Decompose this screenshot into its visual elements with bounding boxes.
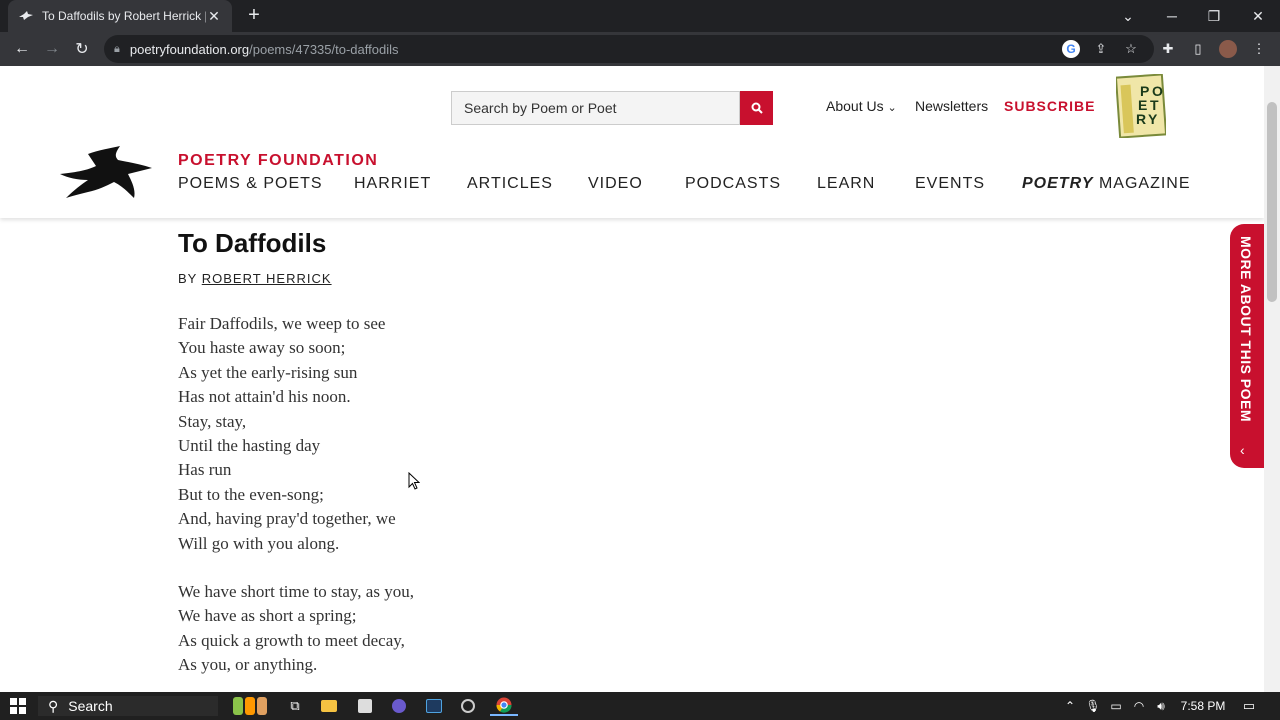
poem-line: We have as short a spring; [178,606,357,626]
stanza-2: We have short time to stay, as you, We h… [178,580,414,678]
poem-line: Has not attain'd his noon. [178,387,351,407]
task-view-icon[interactable]: ⧉ [286,696,304,716]
restore-button[interactable]: ❐ [1194,0,1234,32]
nav-video[interactable]: VIDEO [588,175,643,193]
chrome-taskbar-icon[interactable] [490,696,518,716]
page-scrollbar[interactable] [1264,66,1280,692]
tray-chevron-up-icon[interactable]: ⌃ [1062,696,1078,716]
author-link[interactable]: ROBERT HERRICK [202,271,332,286]
chevron-down-icon: ⌄ [887,102,897,114]
poem-line: Has run [178,460,232,480]
taskbar-search-label: Search [68,698,113,714]
poem-line: You haste away so soon; [178,338,346,358]
nav-harriet[interactable]: HARRIET [354,175,431,193]
nav-magazine-rest: MAGAZINE [1093,175,1191,192]
extensions-icon[interactable]: ✚ [1159,40,1177,58]
newsletters-link[interactable]: Newsletters [915,98,988,114]
taskbar-search[interactable]: ⚲ Search [38,696,218,716]
poem-line: But to the even-song; [178,484,324,504]
search-button[interactable] [740,91,773,125]
nav-articles[interactable]: ARTICLES [467,175,553,193]
share-icon[interactable]: ⇪ [1092,40,1110,58]
bookmark-star-icon[interactable]: ☆ [1122,40,1140,58]
microphone-icon[interactable]: 🎙︎ [1085,696,1101,716]
battery-icon[interactable]: ▭ [1108,696,1124,716]
search-icon [751,102,763,114]
url-path: /poems/47335/to-daffodils [249,41,399,57]
windows-taskbar: ⚲ Search ⧉ ⌃ 🎙︎ ▭ ◠ 🔊︎ 7:58 PM ▭ [0,692,1280,720]
mouse-cursor-icon [408,471,421,495]
poem-content: To Daffodils BY ROBERT HERRICK Fair Daff… [178,228,414,678]
site-header: Search by Poem or Poet About Us ⌄ Newsle… [0,66,1264,218]
search-highlight-icon[interactable] [226,696,274,716]
search-icon: ⚲ [48,697,59,714]
poem-line: As yet the early-rising sun [178,362,358,382]
tab-search-icon[interactable]: ⌄ [1108,0,1148,32]
menu-kebab-icon[interactable]: ⋮ [1250,40,1268,58]
store-icon[interactable] [356,696,374,716]
clock-time[interactable]: 7:58 PM [1178,696,1228,716]
side-panel-icon[interactable]: ▯ [1189,40,1207,58]
poem-line: Fair Daffodils, we weep to see [178,314,386,333]
lock-icon: 🔒︎ [114,42,120,55]
browser-toolbar: ← → ↻ 🔒︎ poetryfoundation.org /poems/473… [0,32,1280,66]
minimize-button[interactable]: ─ [1152,0,1192,32]
byline: BY ROBERT HERRICK [178,271,414,286]
browser-tab[interactable]: To Daffodils by Robert Herrick | P ✕ [8,0,232,32]
poem-line: Until the hasting day [178,436,321,456]
poetry-magazine-logo[interactable]: P O E T R Y [1114,73,1168,139]
wifi-icon[interactable]: ◠ [1131,696,1147,716]
profile-avatar[interactable] [1219,40,1237,58]
subscribe-link[interactable]: SUBSCRIBE [1004,98,1095,114]
search-input[interactable]: Search by Poem or Poet [451,91,740,125]
about-us-label: About Us [826,98,884,114]
poem-line: Stay, stay, [178,411,247,431]
nav-poems-poets[interactable]: POEMS & POETS [178,175,323,193]
back-button[interactable]: ← [10,37,34,61]
tab-title: To Daffodils by Robert Herrick | P [42,9,206,23]
nav-events[interactable]: EVENTS [915,175,985,193]
google-icon[interactable]: G [1062,40,1080,58]
notifications-icon[interactable]: ▭ [1240,696,1258,716]
about-us-menu[interactable]: About Us ⌄ [826,98,897,114]
app-icon[interactable] [390,696,408,716]
page-viewport: Search by Poem or Poet About Us ⌄ Newsle… [0,66,1264,692]
reload-button[interactable]: ↻ [70,37,94,61]
poem-title: To Daffodils [178,228,327,258]
clock-app-icon[interactable] [459,696,477,716]
more-about-poem-label: MORE ABOUT THIS POEM [1238,236,1254,423]
nav-magazine-italic: POETRY [1022,175,1094,192]
lightroom-icon[interactable] [424,696,444,716]
poem-line: We have short time to stay, as you, [178,582,414,602]
chevron-left-icon: ‹ [1240,442,1245,458]
bird-favicon-icon [18,8,34,24]
by-label: BY [178,271,198,286]
windows-start-icon[interactable] [8,696,28,716]
nav-poetry-magazine[interactable]: POETRY MAGAZINE [1022,175,1191,193]
poem-line: As you, or anything. [178,655,318,675]
org-name[interactable]: POETRY FOUNDATION [178,152,378,170]
stanza-1: Fair Daffodils, we weep to see You haste… [178,312,414,556]
nav-learn[interactable]: LEARN [817,175,875,193]
close-tab-icon[interactable]: ✕ [206,8,222,25]
poem-line: As quick a growth to meet decay, [178,630,405,650]
poem-line: And, having pray'd together, we [178,509,396,529]
file-explorer-icon[interactable] [320,696,338,716]
volume-icon[interactable]: 🔊︎ [1152,696,1170,716]
forward-button[interactable]: → [40,37,64,61]
new-tab-button[interactable]: + [244,4,264,26]
close-window-button[interactable]: ✕ [1238,0,1278,32]
logo-letter: Y [1148,111,1158,127]
url-host: poetryfoundation.org [129,41,250,57]
more-about-poem-tab[interactable]: MORE ABOUT THIS POEM ‹ [1230,224,1264,468]
nav-podcasts[interactable]: PODCASTS [685,175,781,193]
logo-letter: R [1136,111,1146,127]
poem-line: Will go with you along. [178,533,340,553]
scrollbar-thumb[interactable] [1267,102,1277,302]
browser-tab-strip: To Daffodils by Robert Herrick | P ✕ + ⌄… [0,0,1280,32]
pegasus-logo-icon[interactable] [58,144,154,200]
address-bar[interactable]: 🔒︎ poetryfoundation.org /poems/47335/to-… [104,35,1154,63]
